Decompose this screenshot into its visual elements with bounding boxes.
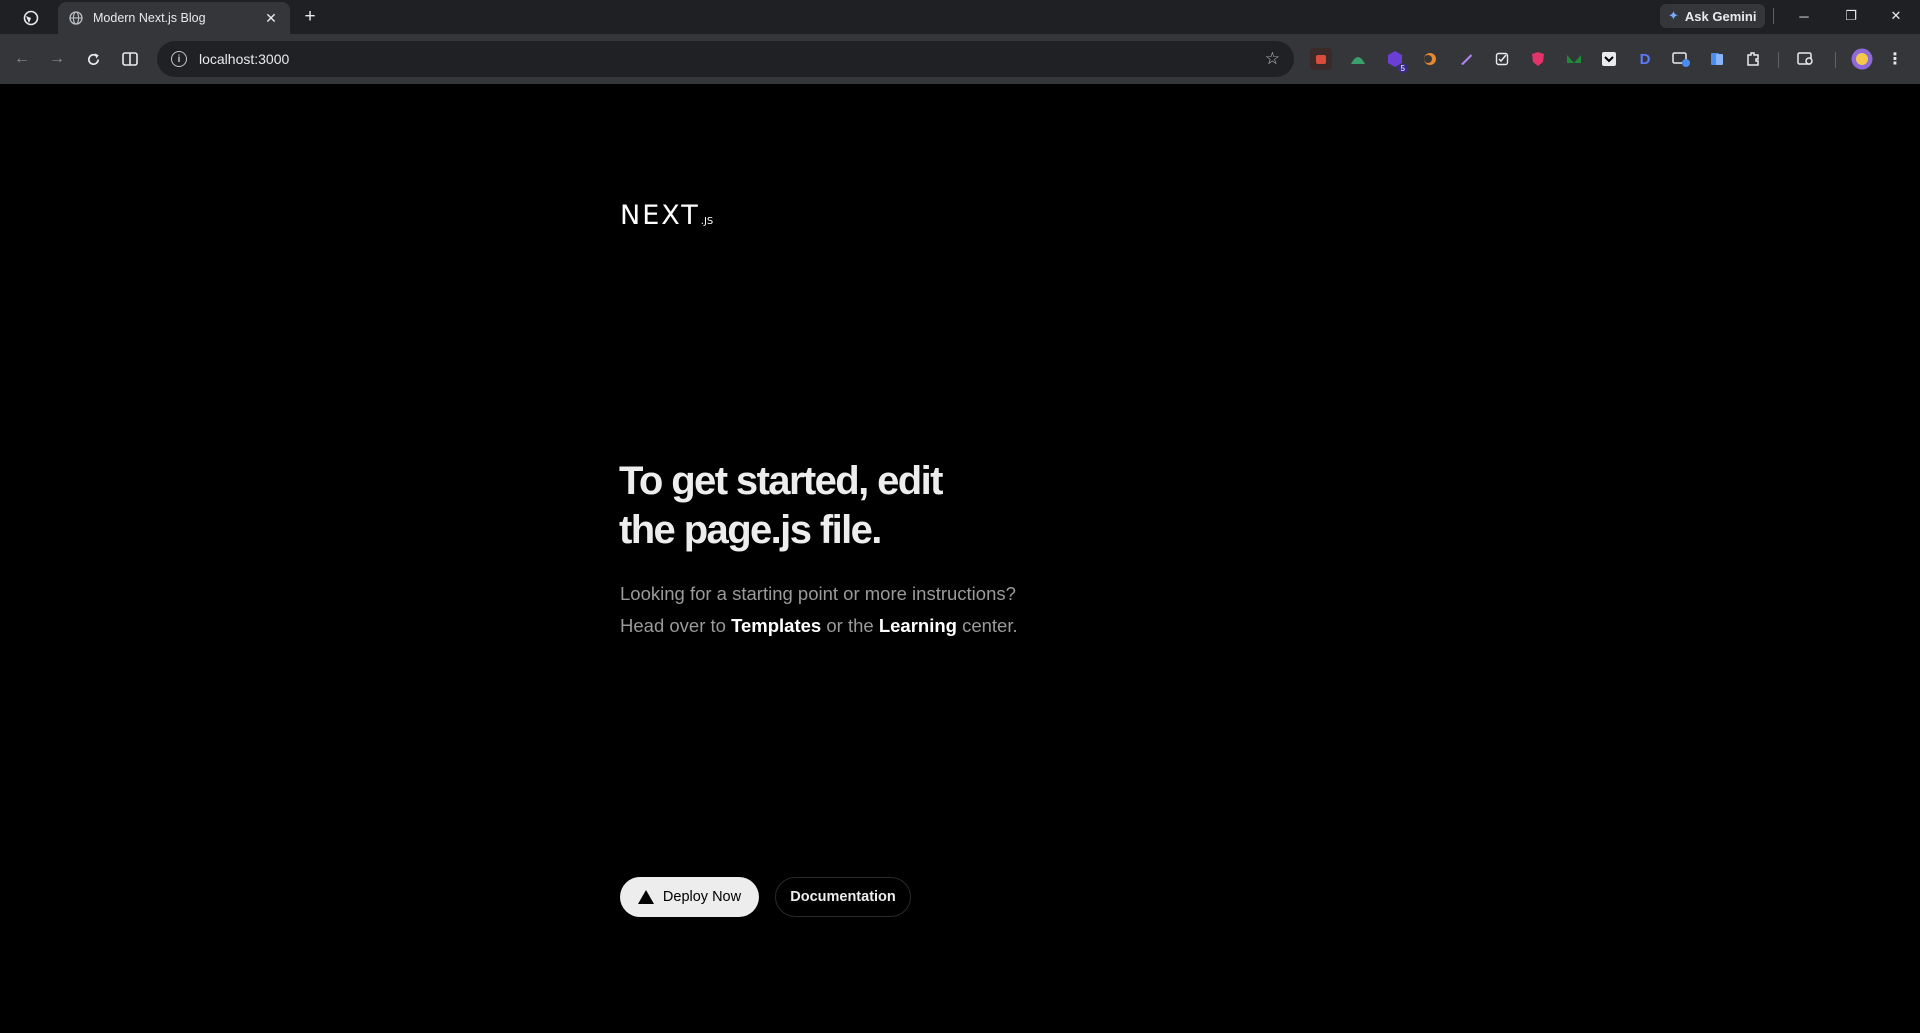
extension-3-icon[interactable]: 5	[1384, 48, 1408, 73]
docs-label: Documentation	[790, 889, 896, 905]
address-bar[interactable]: i localhost:3000 ☆	[157, 41, 1294, 77]
globe-icon	[68, 10, 84, 26]
tab-close-icon[interactable]: ✕	[262, 9, 280, 27]
extension-1-icon[interactable]	[1310, 48, 1332, 70]
forward-arrow-icon[interactable]: →	[45, 47, 69, 71]
browser-toolbar: ← → i localhost:3000 ☆ 5 D ⋮	[0, 34, 1920, 84]
split-view-icon[interactable]	[118, 47, 142, 71]
close-window-button[interactable]: ✕	[1881, 4, 1911, 28]
extension-10-icon[interactable]: D	[1634, 48, 1656, 70]
intro-text: Looking for a starting point or more ins…	[620, 578, 1240, 642]
extension-7-icon[interactable]	[1527, 48, 1549, 70]
extension-6-icon[interactable]	[1491, 48, 1513, 70]
tab-search-list-icon[interactable]	[1795, 48, 1817, 70]
gemini-sparkle-icon: ✦	[1668, 8, 1679, 23]
intro-middle: or the	[821, 615, 879, 636]
vercel-triangle-icon	[637, 890, 654, 904]
new-tab-button[interactable]: +	[299, 6, 321, 28]
intro-line-2: Head over to Templates or the Learning c…	[620, 610, 1240, 642]
site-info-icon[interactable]: i	[171, 51, 187, 67]
documentation-button[interactable]: Documentation	[775, 877, 911, 917]
extension-badge: 5	[1397, 64, 1408, 73]
tab-title: Modern Next.js Blog	[93, 11, 206, 25]
extension-9-icon[interactable]	[1598, 48, 1620, 70]
deploy-label: Deploy Now	[662, 889, 742, 905]
extension-4-icon[interactable]	[1419, 48, 1441, 70]
browser-menu-icon[interactable]: ⋮	[1884, 48, 1906, 70]
templates-link[interactable]: Templates	[731, 615, 821, 636]
minimize-button[interactable]: ─	[1789, 4, 1819, 28]
nextjs-logo: NEXT.JS	[620, 200, 713, 231]
ask-gemini-button[interactable]: ✦ Ask Gemini	[1660, 4, 1766, 28]
intro-line-1: Looking for a starting point or more ins…	[620, 583, 1016, 604]
extension-5-icon[interactable]	[1455, 48, 1477, 70]
back-arrow-icon[interactable]: ←	[10, 47, 34, 71]
divider	[1773, 8, 1774, 24]
tab-strip: Modern Next.js Blog ✕ + ✦ Ask Gemini ─ ❐…	[0, 0, 1920, 34]
extension-11-icon[interactable]	[1670, 48, 1692, 70]
restore-button[interactable]: ❐	[1836, 4, 1866, 28]
extension-2-icon[interactable]	[1347, 48, 1369, 70]
toolbar-divider	[1778, 52, 1779, 68]
page-content: NEXT.JS To get started, edit the page.js…	[0, 84, 1920, 1033]
intro-prefix: Head over to	[620, 615, 732, 636]
tab-search-icon[interactable]	[20, 7, 42, 29]
headline-line-1: To get started, edit	[619, 459, 943, 503]
url-text: localhost:3000	[199, 51, 290, 67]
logo-wordmark: NEXT	[620, 200, 700, 231]
bookmark-star-icon[interactable]: ☆	[1265, 49, 1280, 69]
deploy-now-button[interactable]: Deploy Now	[620, 877, 759, 917]
logo-suffix: .JS	[700, 216, 714, 227]
browser-tab[interactable]: Modern Next.js Blog ✕	[58, 2, 290, 34]
extension-12-icon[interactable]	[1706, 48, 1728, 70]
page-headline: To get started, edit the page.js file.	[619, 457, 1179, 555]
profile-avatar[interactable]	[1851, 48, 1873, 70]
reload-icon[interactable]	[81, 47, 105, 71]
headline-line-2: the page.js file.	[619, 508, 882, 552]
extensions-puzzle-icon[interactable]	[1742, 48, 1764, 70]
ask-gemini-label: Ask Gemini	[1684, 8, 1757, 24]
learning-link[interactable]: Learning	[879, 615, 957, 636]
intro-suffix: center.	[956, 615, 1018, 636]
toolbar-divider	[1835, 52, 1836, 68]
extension-8-icon[interactable]	[1563, 48, 1585, 70]
